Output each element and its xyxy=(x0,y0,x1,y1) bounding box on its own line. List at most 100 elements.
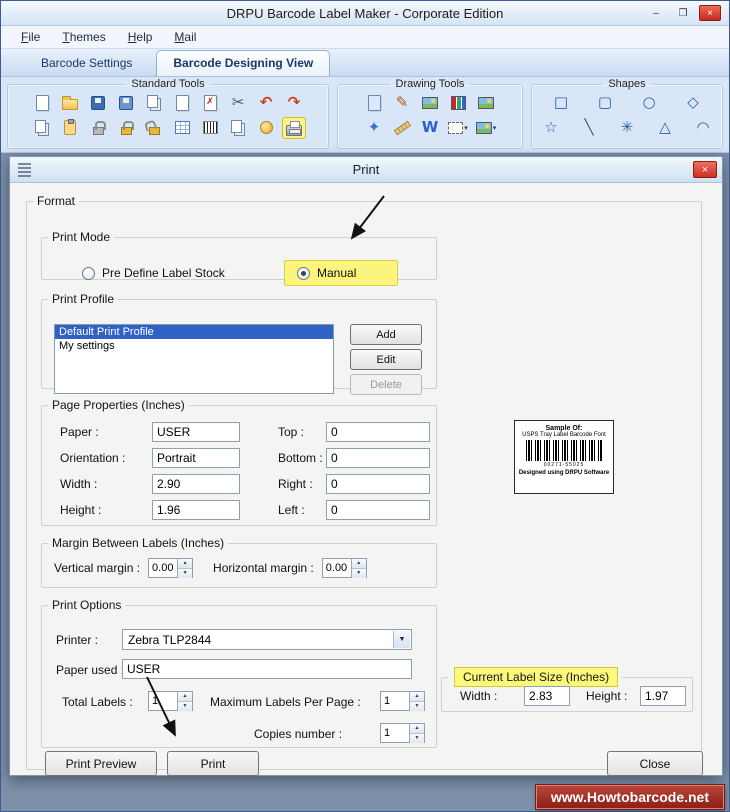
open-file-icon[interactable] xyxy=(58,92,82,114)
grid-view-icon[interactable] xyxy=(170,117,194,139)
manual-option-highlight[interactable]: Manual xyxy=(284,260,398,286)
close-dialog-button[interactable]: Close xyxy=(607,751,703,776)
label-size-width-input[interactable] xyxy=(524,686,570,706)
word-art-icon[interactable]: W xyxy=(418,117,442,139)
seal-icon[interactable] xyxy=(254,117,278,139)
spin-up-icon[interactable]: ▲ xyxy=(351,559,366,569)
ruler-tool-icon[interactable] xyxy=(390,117,414,139)
total-labels-spinner[interactable]: ▲▼ xyxy=(148,691,193,711)
barcode-stripes xyxy=(526,440,602,461)
shape-diamond-icon[interactable]: ◇ xyxy=(681,92,705,114)
save-as-icon[interactable] xyxy=(114,92,138,114)
lock-icon[interactable] xyxy=(86,117,110,139)
spin-down-icon[interactable]: ▼ xyxy=(178,702,192,711)
horizontal-margin-spinner[interactable]: ▲▼ xyxy=(321,558,367,578)
print-profile-list[interactable]: Default Print Profile My settings xyxy=(54,324,334,394)
print-tool-icon[interactable] xyxy=(282,116,306,139)
copies-spinner[interactable]: ▲▼ xyxy=(380,723,425,743)
paper-used-input[interactable] xyxy=(122,659,412,679)
list-item-default-print-profile[interactable]: Default Print Profile xyxy=(55,325,333,339)
max-labels-spinner[interactable]: ▲▼ xyxy=(380,691,425,711)
shape-triangle-icon[interactable]: △ xyxy=(653,117,677,139)
tab-barcode-settings[interactable]: Barcode Settings xyxy=(25,51,148,76)
max-labels-input[interactable] xyxy=(381,692,409,710)
shape-line-icon[interactable]: ╲ xyxy=(577,117,601,139)
spin-up-icon[interactable]: ▲ xyxy=(178,692,192,702)
print-button[interactable]: Print xyxy=(167,751,259,776)
vertical-margin-input[interactable] xyxy=(149,559,178,577)
close-button[interactable]: × xyxy=(699,5,721,21)
paper-input[interactable] xyxy=(152,422,240,442)
height-input[interactable] xyxy=(152,500,240,520)
label-size-width-label: Width : xyxy=(460,689,498,703)
paint-brush-icon[interactable]: ✎ xyxy=(390,92,414,114)
undo-icon[interactable]: ↶ xyxy=(254,92,278,114)
redo-icon[interactable]: ↷ xyxy=(282,92,306,114)
printer-select[interactable]: Zebra TLP2844 ▼ xyxy=(122,629,412,650)
copy-object-icon[interactable] xyxy=(142,92,166,114)
menu-themes[interactable]: Themes xyxy=(52,28,115,46)
paste-document-icon[interactable] xyxy=(170,92,194,114)
add-button[interactable]: Add xyxy=(350,324,422,345)
minimize-button[interactable]: – xyxy=(645,5,667,21)
dialog-close-button[interactable]: × xyxy=(693,161,717,178)
duplicate-icon[interactable] xyxy=(30,117,54,139)
print-mode-group: Print Mode Pre Define Label Stock Manual xyxy=(41,230,437,286)
left-input[interactable] xyxy=(326,500,430,520)
predefine-label-stock-option[interactable]: Pre Define Label Stock xyxy=(82,266,225,280)
horizontal-margin-input[interactable] xyxy=(322,559,351,577)
cut-object-icon[interactable]: ✂ xyxy=(226,92,250,114)
edit-button[interactable]: Edit xyxy=(350,349,422,370)
menu-mail[interactable]: Mail xyxy=(164,28,206,46)
spin-down-icon[interactable]: ▼ xyxy=(178,569,193,578)
right-input[interactable] xyxy=(326,474,430,494)
top-input[interactable] xyxy=(326,422,430,442)
spin-up-icon[interactable]: ▲ xyxy=(410,692,424,702)
save-file-icon[interactable] xyxy=(86,92,110,114)
bottom-input[interactable] xyxy=(326,448,430,468)
spin-down-icon[interactable]: ▼ xyxy=(351,569,366,578)
width-input[interactable] xyxy=(152,474,240,494)
barcode-list-icon[interactable] xyxy=(198,117,222,139)
insert-image-icon[interactable] xyxy=(418,92,442,114)
picture-menu-icon[interactable]: ▾ xyxy=(474,117,498,139)
zoom-document-icon[interactable] xyxy=(362,92,386,114)
total-labels-label: Total Labels : xyxy=(62,695,133,709)
label-size-height-input[interactable] xyxy=(640,686,686,706)
clipboard-icon[interactable] xyxy=(58,117,82,139)
menu-bar: File Themes Help Mail xyxy=(1,26,729,49)
copies-input[interactable] xyxy=(381,724,409,742)
select-tool-icon[interactable]: ✦ xyxy=(362,117,386,139)
total-labels-input[interactable] xyxy=(149,692,177,710)
shape-star-icon[interactable]: ☆ xyxy=(539,117,563,139)
lock-gold-icon[interactable] xyxy=(114,117,138,139)
menu-help[interactable]: Help xyxy=(118,28,163,46)
print-preview-button[interactable]: Print Preview xyxy=(45,751,157,776)
manual-radio-icon[interactable] xyxy=(297,266,310,280)
spin-up-icon[interactable]: ▲ xyxy=(178,559,193,569)
library-icon[interactable] xyxy=(446,92,470,114)
spin-up-icon[interactable]: ▲ xyxy=(410,724,424,734)
unlock-icon[interactable] xyxy=(142,117,166,139)
list-item-my-settings[interactable]: My settings xyxy=(55,339,333,353)
maximize-button[interactable]: ❐ xyxy=(672,5,694,21)
insert-picture-icon[interactable] xyxy=(474,92,498,114)
shape-rounded-rectangle-icon[interactable]: ▢ xyxy=(593,92,617,114)
tab-barcode-designing-view[interactable]: Barcode Designing View xyxy=(156,50,331,76)
combo-arrow-icon[interactable]: ▼ xyxy=(393,631,410,648)
vertical-margin-spinner[interactable]: ▲▼ xyxy=(148,558,194,578)
drag-grip-icon[interactable] xyxy=(18,163,31,177)
text-frame-icon[interactable]: ▾ xyxy=(446,117,470,139)
predefine-radio-icon[interactable] xyxy=(82,266,95,280)
shape-ellipse-icon[interactable]: ○ xyxy=(637,92,661,114)
shape-arc-icon[interactable]: ◠ xyxy=(691,117,715,139)
delete-object-icon[interactable]: ✗ xyxy=(198,92,222,114)
new-document-icon[interactable] xyxy=(30,92,54,114)
spin-down-icon[interactable]: ▼ xyxy=(410,702,424,711)
menu-file[interactable]: File xyxy=(11,28,50,46)
spin-down-icon[interactable]: ▼ xyxy=(410,734,424,743)
copy-pages-icon[interactable] xyxy=(226,117,250,139)
orientation-input[interactable] xyxy=(152,448,240,468)
shape-rectangle-icon[interactable]: □ xyxy=(549,92,573,114)
shape-seal-icon[interactable]: ✳ xyxy=(615,117,639,139)
